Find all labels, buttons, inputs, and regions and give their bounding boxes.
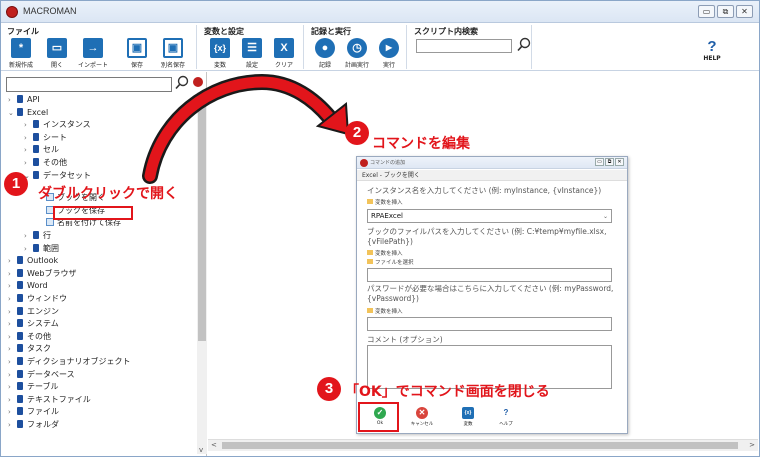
highlight-open-book	[53, 206, 133, 220]
step-2-text: コマンドを編集	[372, 136, 470, 152]
step-2-badge: 2	[345, 121, 369, 145]
highlight-ok-button	[358, 402, 399, 432]
step-1-text: ダブルクリックで開く	[38, 186, 178, 202]
step-1-badge: 1	[4, 172, 28, 196]
step-3-text: 「OK」でコマンド画面を閉じる	[345, 384, 550, 400]
step-3-badge: 3	[317, 377, 341, 401]
